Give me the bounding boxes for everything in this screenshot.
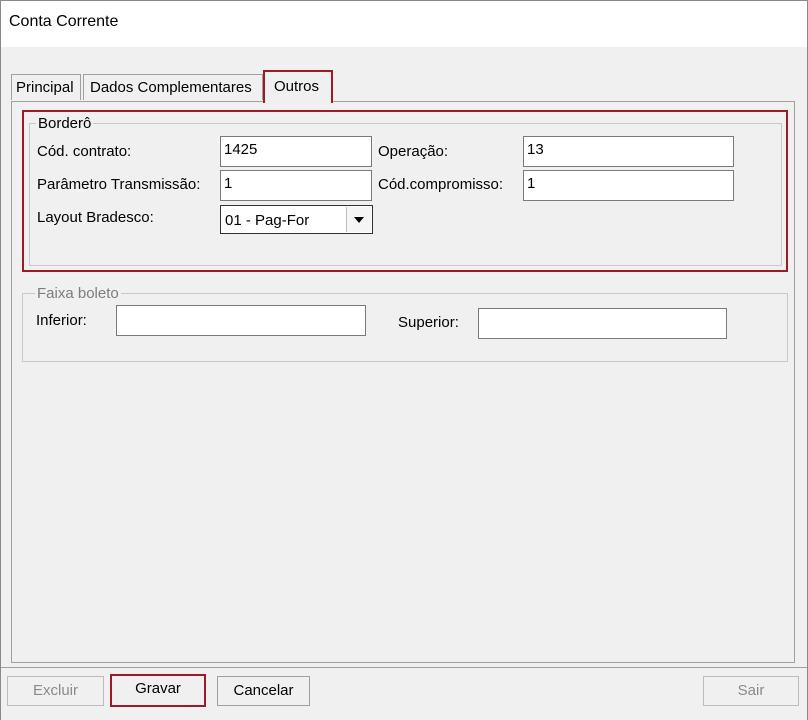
operacao-label: Operação: [378, 143, 449, 160]
tab-outros-label: Outros [274, 78, 320, 95]
tab-dados-complementares-label: Dados Complementares [90, 79, 252, 96]
layout-bradesco-label: Layout Bradesco: [37, 209, 154, 226]
inferior-field[interactable] [116, 305, 366, 336]
cod-compromisso-field[interactable]: 1 [523, 170, 734, 201]
excluir-button[interactable]: Excluir [7, 676, 104, 706]
chevron-down-icon[interactable] [346, 207, 371, 232]
layout-bradesco-selected: 01 - Pag-For [225, 212, 310, 229]
window-title: Conta Corrente [9, 13, 119, 30]
tab-outros[interactable]: Outros [263, 70, 333, 103]
parametro-transmissao-field[interactable]: 1 [220, 170, 372, 201]
window-border-left [0, 46, 1, 720]
faixa-boleto-legend: Faixa boleto [35, 285, 121, 302]
cancelar-button[interactable]: Cancelar [217, 676, 310, 706]
tab-principal-label: Principal [16, 79, 74, 96]
cod-contrato-field[interactable]: 1425 [220, 136, 372, 167]
button-bar-separator [1, 667, 807, 668]
operacao-field[interactable]: 13 [523, 136, 734, 167]
superior-label: Superior: [398, 314, 459, 331]
title-bar [0, 0, 808, 47]
cod-contrato-label: Cód. contrato: [37, 143, 132, 160]
gravar-button[interactable]: Gravar [110, 674, 206, 707]
inferior-label: Inferior: [36, 312, 87, 329]
cod-compromisso-label: Cód.compromisso: [378, 176, 504, 193]
tab-dados-complementares[interactable]: Dados Complementares [83, 74, 263, 100]
layout-bradesco-select[interactable]: 01 - Pag-For [220, 205, 373, 234]
superior-field[interactable] [478, 308, 727, 339]
tab-principal[interactable]: Principal [11, 74, 81, 100]
parametro-transmissao-label: Parâmetro Transmissão: [37, 176, 201, 193]
sair-button[interactable]: Sair [703, 676, 799, 706]
